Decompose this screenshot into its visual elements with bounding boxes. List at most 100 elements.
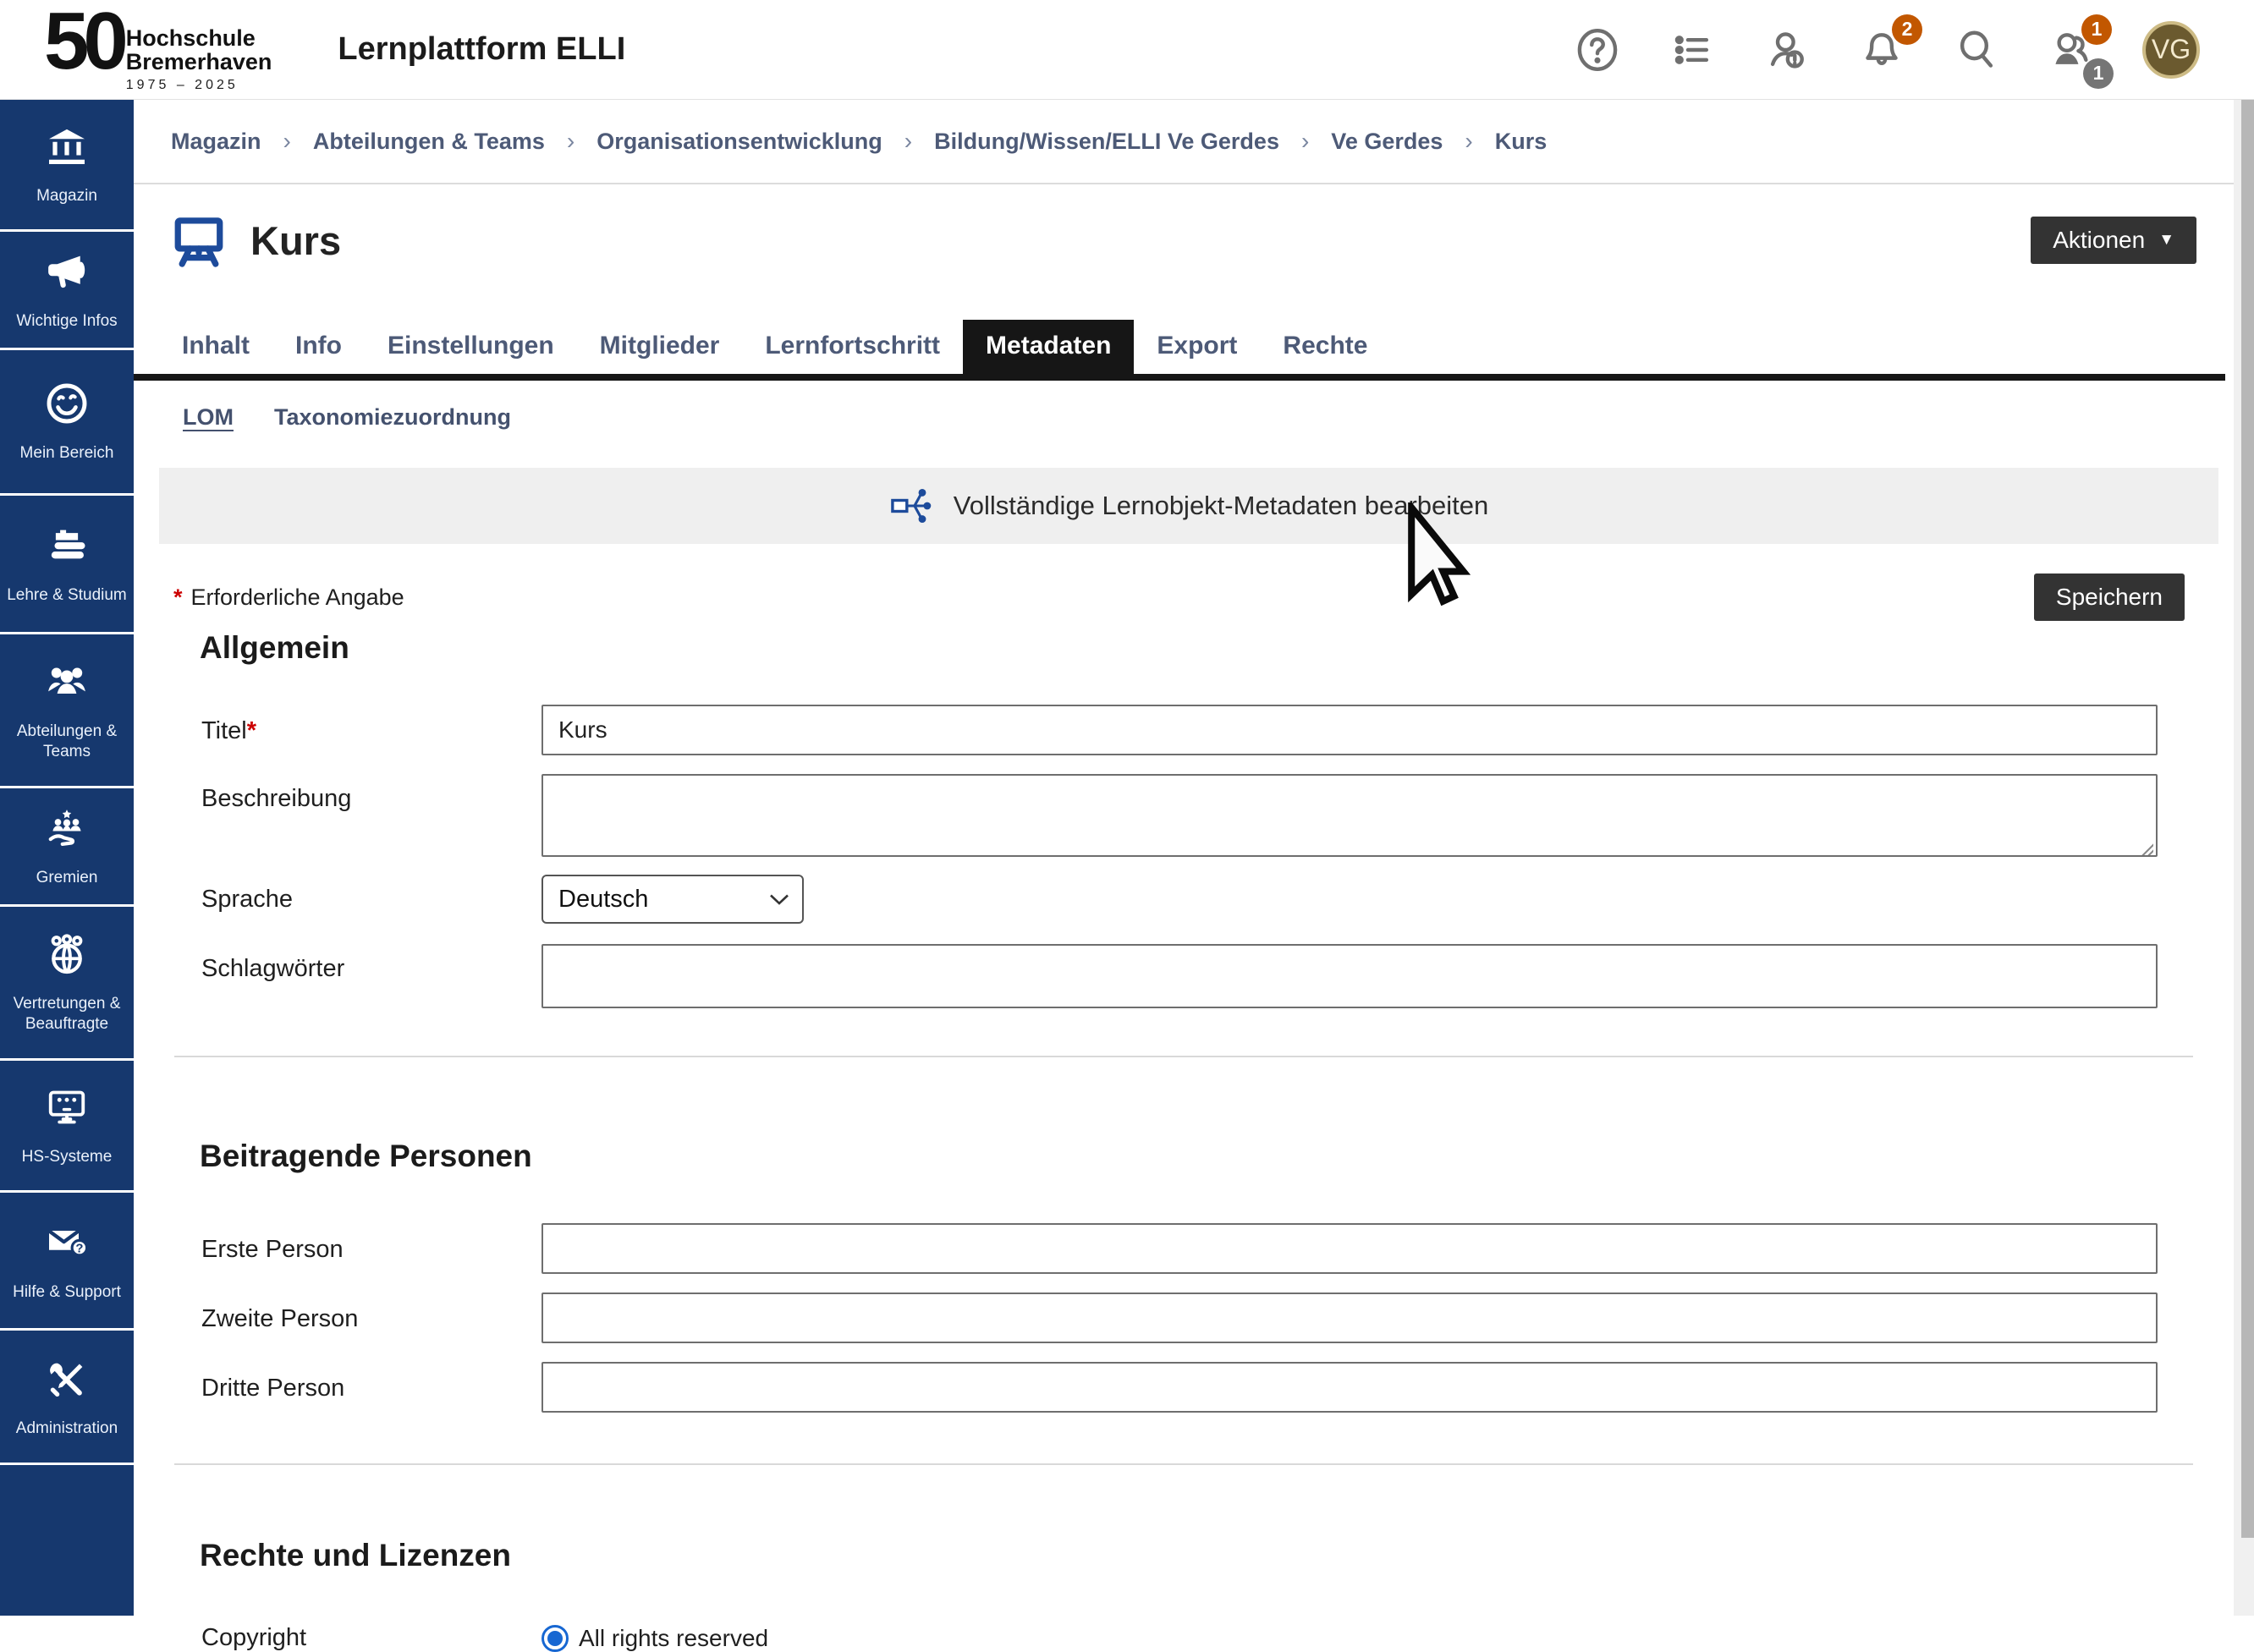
sidebar-item-magazin[interactable]: Magazin	[0, 100, 134, 232]
chevron-separator: ›	[904, 128, 912, 155]
sidebar-item-label: Gremien	[36, 868, 98, 888]
chevron-separator: ›	[1301, 128, 1309, 155]
erste-person-input[interactable]	[542, 1223, 2158, 1274]
tab-metadaten[interactable]: Metadaten	[963, 320, 1134, 374]
breadcrumb-item[interactable]: Ve Gerdes	[1331, 129, 1443, 155]
sidebar-item-label: Lehre & Studium	[7, 585, 127, 606]
sidebar-item-vertretungen[interactable]: Vertretungen & Beauftragte	[0, 907, 134, 1061]
field-row-copyright: Copyright All rights reserved	[201, 1624, 2158, 1652]
sidebar-item-label: HS-Systeme	[22, 1147, 113, 1167]
field-label: Sprache	[201, 875, 542, 914]
tab-export[interactable]: Export	[1134, 320, 1260, 374]
edit-full-metadata-banner[interactable]: Vollständige Lernobjekt-Metadaten bearbe…	[159, 468, 2218, 544]
sidebar-item-gremien[interactable]: Gremien	[0, 788, 134, 907]
main-content: Magazin › Abteilungen & Teams › Organisa…	[134, 100, 2234, 1616]
tab-mitglieder[interactable]: Mitglieder	[577, 320, 743, 374]
field-label: Erste Person	[201, 1223, 542, 1264]
field-label: Titel*	[201, 705, 542, 745]
tools-icon	[43, 1355, 91, 1408]
sidebar-item-label: Hilfe & Support	[13, 1282, 121, 1303]
sidebar-item-hilfe-support[interactable]: ? Hilfe & Support	[0, 1193, 134, 1331]
titel-input[interactable]	[542, 705, 2158, 755]
breadcrumb-item[interactable]: Kurs	[1495, 129, 1548, 155]
user-avatar[interactable]: VG	[2142, 21, 2200, 79]
notifications-badge: 2	[1892, 14, 1922, 45]
user-status-icon[interactable]	[1763, 26, 1811, 74]
field-label: Beschreibung	[201, 774, 542, 813]
logo-50-text: 50	[44, 6, 123, 77]
speichern-button[interactable]: Speichern	[2034, 574, 2185, 621]
megaphone-icon	[43, 248, 91, 301]
breadcrumb-item[interactable]: Bildung/Wissen/ELLI Ve Gerdes	[934, 129, 1279, 155]
schlagwoerter-input[interactable]	[542, 944, 2158, 1008]
scrollbar-thumb[interactable]	[2241, 100, 2254, 1538]
breadcrumb-item[interactable]: Magazin	[171, 129, 261, 155]
field-row-beschreibung: Beschreibung	[201, 774, 2158, 861]
field-row-schlagwoerter: Schlagwörter	[201, 944, 2158, 1008]
sidebar-item-abteilungen-teams[interactable]: Abteilungen & Teams	[0, 634, 134, 788]
help-icon[interactable]	[1574, 26, 1621, 74]
breadcrumb-item[interactable]: Abteilungen & Teams	[313, 129, 545, 155]
banner-label: Vollständige Lernobjekt-Metadaten bearbe…	[954, 491, 1489, 521]
committee-icon	[43, 804, 91, 858]
header-icon-bar: 2 1 1 VG	[1574, 21, 2200, 79]
page-title-row: Kurs Aktionen ▼	[171, 210, 2196, 271]
dritte-person-input[interactable]	[542, 1362, 2158, 1413]
svg-text:?: ?	[75, 1242, 83, 1255]
subtab-bar: LOM Taxonomiezuordnung	[183, 404, 2234, 431]
caret-down-icon: ▼	[2158, 231, 2174, 250]
chevron-separator: ›	[283, 128, 291, 155]
tab-bar: Inhalt Info Einstellungen Mitglieder Ler…	[134, 320, 2225, 381]
logo-years: 1975 – 2025	[126, 78, 272, 93]
required-note: *Erforderliche Angabe	[173, 585, 404, 611]
sidebar-item-label: Wichtige Infos	[16, 311, 117, 332]
section-heading-allgemein: Allgemein	[200, 630, 2234, 666]
sidebar-item-label: Vertretungen & Beauftragte	[3, 994, 131, 1035]
tab-lernfortschritt[interactable]: Lernfortschritt	[742, 320, 963, 374]
tab-info[interactable]: Info	[272, 320, 365, 374]
sidebar-item-mein-bereich[interactable]: Mein Bereich	[0, 350, 134, 496]
section-divider	[174, 1463, 2193, 1465]
field-row-dritte-person: Dritte Person	[201, 1362, 2158, 1413]
required-asterisk: *	[173, 585, 183, 610]
group-icon	[43, 658, 91, 711]
sprache-select[interactable]: Deutsch	[542, 875, 804, 924]
main-sidebar: Magazin Wichtige Infos Mein Bereich Lehr…	[0, 100, 134, 1616]
tab-rechte[interactable]: Rechte	[1260, 320, 1390, 374]
field-row-sprache: Sprache Deutsch	[201, 875, 2158, 924]
breadcrumb: Magazin › Abteilungen & Teams › Organisa…	[134, 100, 2234, 184]
list-menu-icon[interactable]	[1669, 26, 1716, 74]
university-logo[interactable]: 50 Hochschule Bremerhaven 1975 – 2025	[44, 6, 272, 93]
sidebar-item-hs-systeme[interactable]: HS-Systeme	[0, 1061, 134, 1193]
field-label: Schlagwörter	[201, 944, 542, 983]
field-label: Copyright	[201, 1624, 542, 1652]
bank-icon	[43, 123, 91, 176]
zweite-person-input[interactable]	[542, 1293, 2158, 1343]
smiley-icon	[43, 380, 91, 433]
field-row-titel: Titel*	[201, 705, 2158, 755]
required-asterisk: *	[247, 717, 256, 744]
monitor-icon	[43, 1084, 91, 1137]
copyright-radio-label: All rights reserved	[579, 1625, 768, 1652]
field-label: Dritte Person	[201, 1362, 542, 1402]
section-divider	[174, 1056, 2193, 1057]
search-icon[interactable]	[1953, 26, 2000, 74]
sidebar-item-administration[interactable]: Administration	[0, 1331, 134, 1465]
metadata-hub-icon	[889, 484, 933, 528]
subtab-lom[interactable]: LOM	[183, 404, 234, 431]
tab-einstellungen[interactable]: Einstellungen	[365, 320, 577, 374]
beschreibung-textarea[interactable]	[542, 774, 2158, 857]
notifications-bell-icon[interactable]: 2	[1858, 26, 1905, 74]
sidebar-item-lehre-studium[interactable]: Lehre & Studium	[0, 496, 134, 634]
breadcrumb-item[interactable]: Organisationsentwicklung	[596, 129, 882, 155]
aktionen-button[interactable]: Aktionen ▼	[2031, 217, 2196, 264]
sidebar-item-label: Mein Bereich	[20, 443, 114, 464]
sidebar-item-wichtige-infos[interactable]: Wichtige Infos	[0, 232, 134, 350]
contacts-secondary-badge: 1	[2083, 58, 2114, 89]
tab-inhalt[interactable]: Inhalt	[159, 320, 272, 374]
copyright-radio[interactable]	[542, 1625, 569, 1652]
subtab-taxonomiezuordnung[interactable]: Taxonomiezuordnung	[274, 404, 511, 431]
vertical-scrollbar[interactable]	[2234, 100, 2254, 1616]
contacts-icon[interactable]: 1 1	[2048, 26, 2095, 74]
top-header: 50 Hochschule Bremerhaven 1975 – 2025 Le…	[0, 0, 2254, 100]
